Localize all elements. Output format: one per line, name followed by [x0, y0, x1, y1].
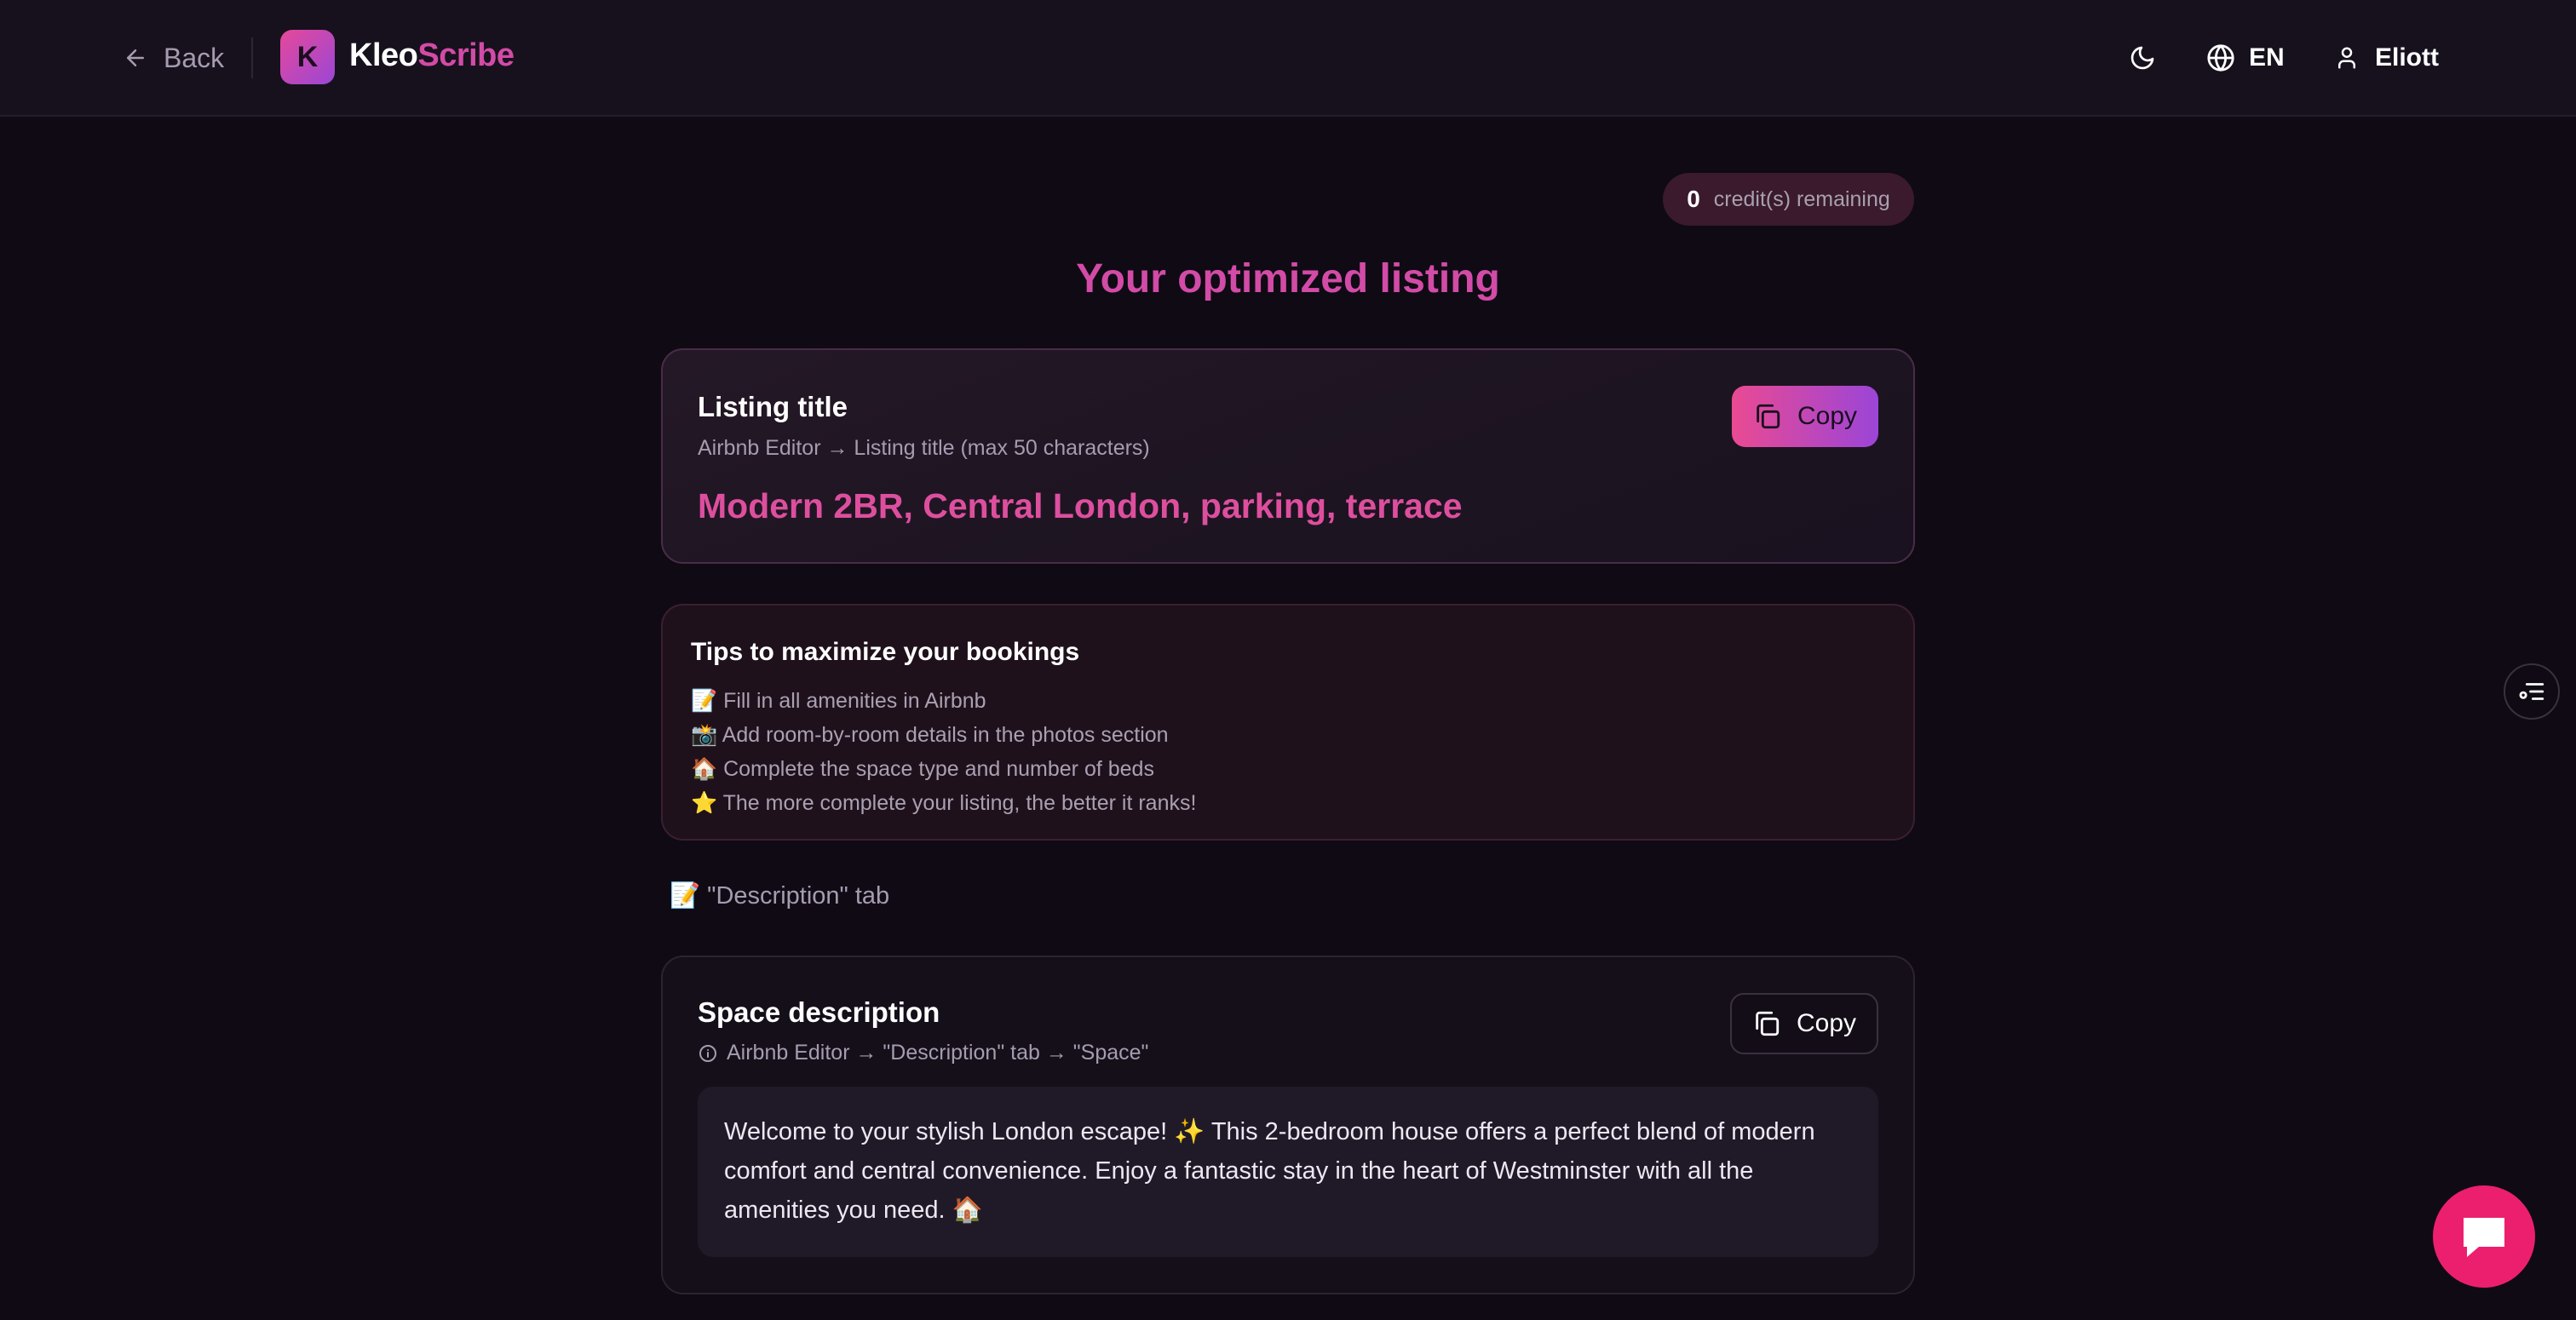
- copy-label: Copy: [1797, 402, 1858, 430]
- globe-icon: [2207, 44, 2234, 72]
- arrow-left-icon: [127, 49, 144, 66]
- page-title: Your optimized listing: [1076, 256, 1500, 301]
- credits-count: 0: [1687, 186, 1700, 212]
- moon-icon: [2130, 46, 2154, 70]
- tip-item: ⭐ The more complete your listing, the be…: [691, 791, 1197, 815]
- tips-heading: Tips to maximize your bookings: [691, 638, 1080, 666]
- brand-name[interactable]: KleoScribe: [349, 37, 515, 74]
- credits-badge: 0 credit(s) remaining: [1663, 173, 1914, 226]
- listing-title-path-text: Airbnb Editor → Listing title (max 50 ch…: [698, 436, 1150, 460]
- header-divider: [251, 37, 253, 78]
- chat-button[interactable]: [2433, 1185, 2535, 1288]
- user-name: Eliott: [2375, 43, 2439, 72]
- space-description-text[interactable]: Welcome to your stylish London escape! ✨…: [698, 1087, 1878, 1257]
- copy-listing-title-button[interactable]: Copy: [1732, 386, 1878, 447]
- listing-title-path: Airbnb Editor → Listing title (max 50 ch…: [698, 436, 1150, 461]
- tip-item: 📝 Fill in all amenities in Airbnb: [691, 689, 986, 713]
- user-icon: [2338, 47, 2355, 69]
- tips-list: 📝 Fill in all amenities in Airbnb 📸 Add …: [691, 684, 1196, 820]
- copy-space-description-button[interactable]: Copy: [1730, 993, 1878, 1054]
- side-panel-toggle[interactable]: [2504, 663, 2560, 720]
- copy-icon: [1756, 1011, 1780, 1036]
- back-button[interactable]: Back: [123, 37, 224, 78]
- language-label: EN: [2249, 43, 2285, 72]
- listing-title-value: Modern 2BR, Central London, parking, ter…: [698, 486, 1463, 525]
- tip-item: 🏠 Complete the space type and number of …: [691, 757, 1154, 781]
- info-icon: [699, 1044, 716, 1062]
- space-description-heading: Space description: [698, 996, 940, 1028]
- language-selector[interactable]: EN: [2206, 39, 2285, 77]
- brand-name-part2: Scribe: [417, 37, 515, 73]
- copy-label: Copy: [1796, 1009, 1857, 1037]
- settings-list-icon: [2519, 683, 2544, 700]
- logo-badge[interactable]: K: [280, 30, 335, 84]
- copy-icon: [1757, 404, 1780, 429]
- tips-card: Tips to maximize your bookings 📝 Fill in…: [661, 604, 1915, 841]
- logo-letter: K: [296, 40, 319, 73]
- credits-label: credit(s) remaining: [1713, 187, 1890, 211]
- tip-item: 📸 Add room-by-room details in the photos…: [691, 723, 1169, 747]
- listing-title-heading: Listing title: [698, 391, 848, 422]
- theme-toggle-button[interactable]: [2125, 41, 2159, 75]
- space-description-card: Space description Airbnb Editor → "Descr…: [661, 956, 1915, 1294]
- brand-name-part1: Kleo: [349, 37, 418, 73]
- top-header: Back K KleoScribe EN Eliott: [0, 0, 2576, 117]
- space-description-path-text: Airbnb Editor → "Description" tab → "Spa…: [727, 1041, 1149, 1065]
- user-menu[interactable]: Eliott: [2334, 39, 2439, 77]
- listing-title-card: Listing title Airbnb Editor → Listing ti…: [661, 348, 1915, 564]
- back-label: Back: [164, 42, 225, 73]
- space-description-path: Airbnb Editor → "Description" tab → "Spa…: [698, 1041, 1148, 1065]
- description-tab-label: 📝 "Description" tab: [670, 882, 890, 910]
- chat-bubble-icon: [2464, 1218, 2504, 1257]
